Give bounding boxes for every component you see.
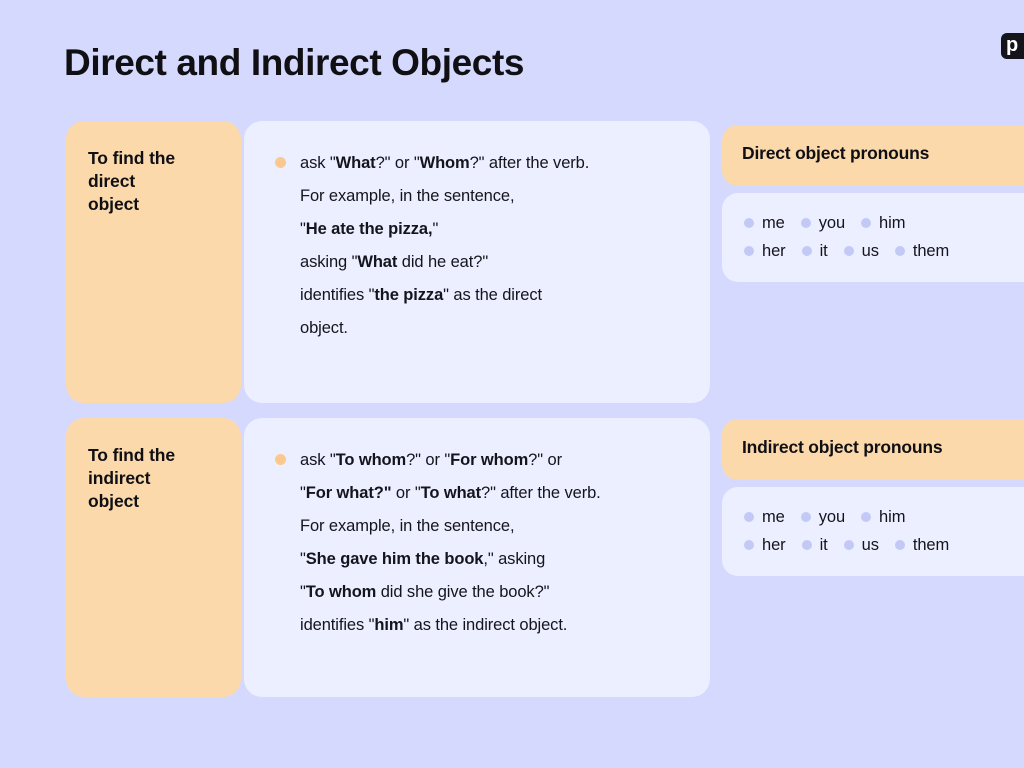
pronoun-label: him (879, 507, 906, 526)
pronoun-label: them (912, 241, 950, 260)
pronoun-item: them (894, 241, 950, 261)
content-line: "He ate the pizza," (300, 220, 439, 238)
pronoun-item: me (744, 214, 785, 233)
bullet-dot-icon (801, 540, 812, 550)
pronoun-row: her it us them (744, 237, 1024, 265)
pronoun-label: me (762, 213, 785, 232)
bullet-dot-icon (894, 540, 905, 550)
content-line: object. (300, 319, 348, 337)
pronoun-row: her it us them (744, 531, 1024, 559)
pronoun-label: it (819, 535, 828, 554)
pronoun-panel-direct-title: Direct object pronouns (722, 125, 1024, 186)
bullet-dot-icon (800, 512, 811, 522)
pronoun-item: him (861, 214, 905, 233)
content-card-indirect-object: ask "To whom?" or "For whom?" or "For wh… (244, 418, 710, 697)
pronoun-label: me (762, 507, 785, 526)
pronoun-label: them (912, 535, 950, 554)
pronoun-panel-indirect-body: me you him her it us them (722, 487, 1024, 576)
bullet-dot-icon (744, 218, 754, 228)
pronoun-item: us (843, 535, 879, 555)
pronoun-label: him (879, 213, 906, 232)
content-line: "For what?" or "To what?" after the verb… (300, 484, 601, 502)
content-line: identifies "him" as the indirect object. (300, 616, 568, 634)
bullet-dot-icon (861, 218, 872, 228)
pronoun-item: him (861, 508, 905, 527)
bullet-dot-icon (275, 157, 286, 168)
content-line: identifies "the pizza" as the direct (300, 286, 542, 304)
pronoun-label: you (818, 507, 846, 526)
pronoun-item: them (894, 535, 950, 555)
bullet-dot-icon (744, 512, 754, 522)
label-card-indirect-object-text: To find the indirect object (88, 445, 176, 511)
pronoun-row: me you him (744, 503, 1024, 531)
content-line: ask "To whom?" or "For whom?" or (300, 451, 562, 469)
slide-canvas: Direct and Indirect Objects p To find th… (0, 0, 1024, 768)
pronoun-item: her (744, 536, 786, 555)
pronoun-row: me you him (744, 209, 1024, 237)
pronoun-item: me (744, 508, 785, 527)
content-line: "She gave him the book," asking (300, 550, 546, 568)
pronoun-item: it (801, 241, 828, 261)
bullet-dot-icon (744, 540, 754, 550)
pronoun-item: it (801, 535, 828, 555)
label-card-indirect-object: To find the indirect object (66, 418, 241, 697)
pronoun-panel-direct-body: me you him her it us them (722, 193, 1024, 282)
brand-logo-badge[interactable]: p (1001, 33, 1024, 59)
bullet-dot-icon (843, 540, 854, 550)
pronoun-panel-indirect-title: Indirect object pronouns (722, 419, 1024, 480)
pronoun-label: her (762, 241, 786, 260)
page-title: Direct and Indirect Objects (64, 42, 525, 83)
pronoun-label: us (861, 241, 879, 260)
label-card-direct-object-text: To find the direct object (88, 148, 176, 214)
pronoun-label: you (818, 213, 846, 232)
pronoun-label: it (819, 241, 828, 260)
pronoun-item: you (800, 507, 846, 527)
bullet-list-direct-object: ask "What?" or "Whom?" after the verb. F… (262, 147, 690, 345)
bullet-dot-icon (861, 512, 872, 522)
bullet-dot-icon (801, 246, 812, 256)
content-line: asking "What did he eat?" (300, 253, 489, 271)
pronoun-label: her (762, 535, 786, 554)
bullet-dot-icon (843, 246, 854, 256)
pronoun-item: us (843, 241, 879, 261)
label-card-direct-object: To find the direct object (66, 121, 241, 403)
bullet-dot-icon (894, 246, 905, 256)
pronoun-panel-direct: Direct object pronouns me you him her it us t… (722, 125, 1024, 282)
bullet-dot-icon (744, 246, 754, 256)
pronoun-label: us (861, 535, 879, 554)
pronoun-item: you (800, 213, 846, 233)
content-line: For example, in the sentence, (300, 517, 515, 535)
content-card-direct-object: ask "What?" or "Whom?" after the verb. F… (244, 121, 710, 403)
brand-logo-letter: p (1006, 34, 1019, 56)
content-line: "To whom did she give the book?" (300, 583, 550, 601)
pronoun-panel-indirect: Indirect object pronouns me you him her it u… (722, 419, 1024, 576)
pronoun-item: her (744, 242, 786, 261)
bullet-dot-icon (800, 218, 811, 228)
content-line: For example, in the sentence, (300, 187, 515, 205)
bullet-list-indirect-object: ask "To whom?" or "For whom?" or "For wh… (262, 444, 690, 642)
bullet-dot-icon (275, 454, 286, 465)
content-line: ask "What?" or "Whom?" after the verb. (300, 154, 590, 172)
